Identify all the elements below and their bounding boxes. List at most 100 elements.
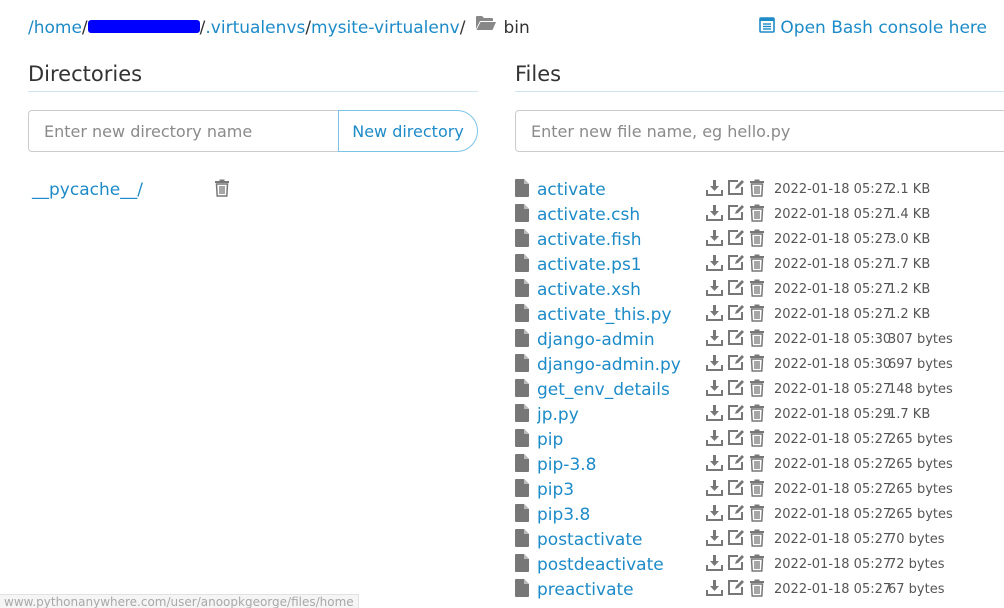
edit-icon[interactable]	[727, 529, 745, 550]
edit-icon[interactable]	[727, 254, 745, 275]
file-actions	[706, 379, 774, 401]
download-icon[interactable]	[706, 229, 723, 250]
file-link[interactable]: django-admin.py	[537, 355, 706, 375]
delete-trash-icon[interactable]	[749, 279, 765, 301]
file-link[interactable]: postdeactivate	[537, 555, 706, 575]
file-link[interactable]: preactivate	[537, 580, 706, 600]
file-size: 1.7 KB	[888, 407, 931, 422]
file-link[interactable]: activate.fish	[537, 230, 706, 250]
new-directory-button[interactable]: New directory	[338, 110, 478, 152]
file-actions	[706, 554, 774, 576]
delete-trash-icon[interactable]	[749, 179, 765, 201]
download-icon[interactable]	[706, 304, 723, 325]
download-icon[interactable]	[706, 379, 723, 400]
file-size: 1.7 KB	[888, 257, 931, 272]
files-divider	[515, 91, 1004, 92]
download-icon[interactable]	[706, 354, 723, 375]
file-size: 265 bytes	[888, 432, 953, 447]
download-icon[interactable]	[706, 179, 723, 200]
file-link[interactable]: activate.xsh	[537, 280, 706, 300]
download-icon[interactable]	[706, 329, 723, 350]
file-row: pip-3.8 2022-01-18 05:27 265 bytes	[515, 452, 1004, 477]
delete-trash-icon[interactable]	[749, 429, 765, 451]
open-bash-console-link[interactable]: Open Bash console here	[759, 16, 987, 40]
file-link[interactable]: activate.ps1	[537, 255, 706, 275]
delete-trash-icon[interactable]	[749, 479, 765, 501]
delete-trash-icon[interactable]	[749, 404, 765, 426]
download-icon[interactable]	[706, 404, 723, 425]
edit-icon[interactable]	[727, 579, 745, 600]
delete-trash-icon[interactable]	[749, 354, 765, 376]
breadcrumb-separator: /	[81, 18, 88, 38]
delete-trash-icon[interactable]	[749, 329, 765, 351]
delete-trash-icon[interactable]	[749, 254, 765, 276]
file-link[interactable]: pip3	[537, 480, 706, 500]
delete-trash-icon[interactable]	[749, 454, 765, 476]
new-file-input[interactable]	[515, 110, 1004, 152]
file-link[interactable]: pip-3.8	[537, 455, 706, 475]
delete-trash-icon[interactable]	[749, 579, 765, 601]
file-row: pip3.8 2022-01-18 05:27 265 bytes	[515, 502, 1004, 527]
file-link[interactable]: jp.py	[537, 405, 706, 425]
edit-icon[interactable]	[727, 204, 745, 225]
edit-icon[interactable]	[727, 229, 745, 250]
file-link[interactable]: django-admin	[537, 330, 706, 350]
file-actions	[706, 404, 774, 426]
edit-icon[interactable]	[727, 429, 745, 450]
new-directory-input[interactable]	[28, 110, 338, 152]
file-icon	[515, 203, 529, 226]
file-modified-date: 2022-01-18 05:27	[774, 507, 892, 522]
breadcrumb-separator: /	[459, 18, 466, 38]
edit-icon[interactable]	[727, 379, 745, 400]
delete-trash-icon[interactable]	[749, 379, 765, 401]
edit-icon[interactable]	[727, 454, 745, 475]
file-actions	[706, 179, 774, 201]
file-modified-date: 2022-01-18 05:27	[774, 307, 892, 322]
edit-icon[interactable]	[727, 354, 745, 375]
download-icon[interactable]	[706, 454, 723, 475]
download-icon[interactable]	[706, 504, 723, 525]
breadcrumb-home-link[interactable]: /home	[28, 18, 82, 38]
delete-trash-icon[interactable]	[749, 304, 765, 326]
file-size: 1.2 KB	[888, 307, 931, 322]
file-list: activate 2022-01-18 05:27 2.1 KB activat…	[515, 177, 1004, 608]
file-link[interactable]: pip3.8	[537, 505, 706, 525]
file-size: 697 bytes	[888, 357, 953, 372]
file-link[interactable]: activate_this.py	[537, 305, 706, 325]
delete-trash-icon[interactable]	[749, 204, 765, 226]
delete-trash-icon[interactable]	[749, 229, 765, 251]
edit-icon[interactable]	[727, 504, 745, 525]
delete-trash-icon[interactable]	[749, 504, 765, 526]
files-title: Files	[515, 62, 562, 86]
breadcrumb-venv-link[interactable]: mysite-virtualenv	[311, 18, 460, 38]
file-link[interactable]: pip	[537, 430, 706, 450]
directory-link[interactable]: __pycache__/	[32, 180, 214, 200]
file-size: 1.4 KB	[888, 207, 931, 222]
download-icon[interactable]	[706, 279, 723, 300]
edit-icon[interactable]	[727, 279, 745, 300]
file-row: activate_this.py 2022-01-18 05:27 1.2 KB	[515, 302, 1004, 327]
file-link[interactable]: get_env_details	[537, 380, 706, 400]
delete-directory-trash-icon[interactable]	[214, 179, 230, 201]
download-icon[interactable]	[706, 429, 723, 450]
edit-icon[interactable]	[727, 554, 745, 575]
file-link[interactable]: postactivate	[537, 530, 706, 550]
edit-icon[interactable]	[727, 479, 745, 500]
file-link[interactable]: activate.csh	[537, 205, 706, 225]
delete-trash-icon[interactable]	[749, 554, 765, 576]
edit-icon[interactable]	[727, 404, 745, 425]
download-icon[interactable]	[706, 579, 723, 600]
file-actions	[706, 454, 774, 476]
download-icon[interactable]	[706, 204, 723, 225]
edit-icon[interactable]	[727, 329, 745, 350]
download-icon[interactable]	[706, 554, 723, 575]
delete-trash-icon[interactable]	[749, 529, 765, 551]
file-icon	[515, 453, 529, 476]
download-icon[interactable]	[706, 529, 723, 550]
download-icon[interactable]	[706, 254, 723, 275]
file-link[interactable]: activate	[537, 180, 706, 200]
edit-icon[interactable]	[727, 304, 745, 325]
download-icon[interactable]	[706, 479, 723, 500]
breadcrumb-virtualenvs-link[interactable]: .virtualenvs	[205, 18, 305, 38]
edit-icon[interactable]	[727, 179, 745, 200]
